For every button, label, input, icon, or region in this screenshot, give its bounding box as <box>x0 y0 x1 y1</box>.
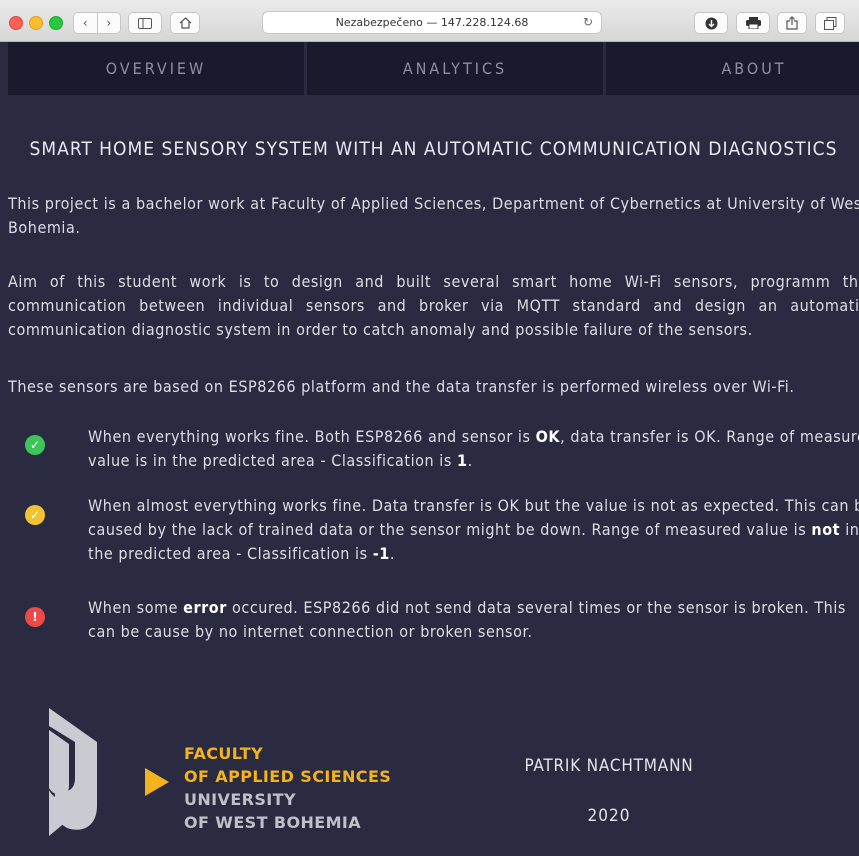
faculty-logo-text: FACULTY OF APPLIED SCIENCES UNIVERSITY O… <box>184 744 392 832</box>
address-text: Nezabezpečeno — 147.228.124.68 <box>335 16 529 29</box>
tab-about[interactable]: ABOUT <box>606 42 859 95</box>
reload-icon[interactable]: ↻ <box>583 12 593 33</box>
aim-paragraph: Aim of this student work is to design an… <box>8 272 859 339</box>
close-window-button[interactable] <box>9 16 23 30</box>
platform-paragraph: These sensors are based on ESP8266 platf… <box>8 377 795 396</box>
sidebar-icon[interactable] <box>128 12 162 34</box>
exclamation-icon: ! <box>25 607 45 627</box>
download-icon[interactable] <box>694 12 728 34</box>
forward-icon[interactable]: › <box>98 13 121 33</box>
web-page: OVERVIEW ANALYTICS ABOUT SMART HOME SENS… <box>8 42 859 856</box>
minimize-window-button[interactable] <box>29 16 43 30</box>
address-bar[interactable]: Nezabezpečeno — 147.228.124.68 ↻ <box>262 11 602 34</box>
tab-overview[interactable]: OVERVIEW <box>8 42 304 95</box>
check-icon: ✓ <box>25 505 45 525</box>
history-nav: ‹ › <box>73 12 121 34</box>
author-name: PATRIK NACHTMANN <box>524 756 694 776</box>
back-icon[interactable]: ‹ <box>74 13 97 33</box>
status-warning-text: When almost everything works fine. Data … <box>88 496 859 563</box>
browser-toolbar: ‹ › Nezabezpečeno — 147.228.124.68 ↻ <box>0 0 859 42</box>
zoom-window-button[interactable] <box>49 16 63 30</box>
intro-paragraph: This project is a bachelor work at Facul… <box>8 194 859 237</box>
page-title: SMART HOME SENSORY SYSTEM WITH AN AUTOMA… <box>29 138 838 160</box>
main-nav: OVERVIEW ANALYTICS ABOUT <box>8 42 859 95</box>
tab-analytics[interactable]: ANALYTICS <box>307 42 603 95</box>
tabs-icon[interactable] <box>815 12 845 34</box>
status-ok-text: When everything works fine. Both ESP8266… <box>88 427 859 470</box>
university-logo-icon <box>45 706 175 840</box>
home-icon[interactable] <box>170 12 200 34</box>
share-icon[interactable] <box>777 12 807 34</box>
print-icon[interactable] <box>736 12 770 34</box>
status-error-text: When some error occured. ESP8266 did not… <box>88 598 846 641</box>
publication-year: 2020 <box>587 806 631 826</box>
check-icon: ✓ <box>25 435 45 455</box>
